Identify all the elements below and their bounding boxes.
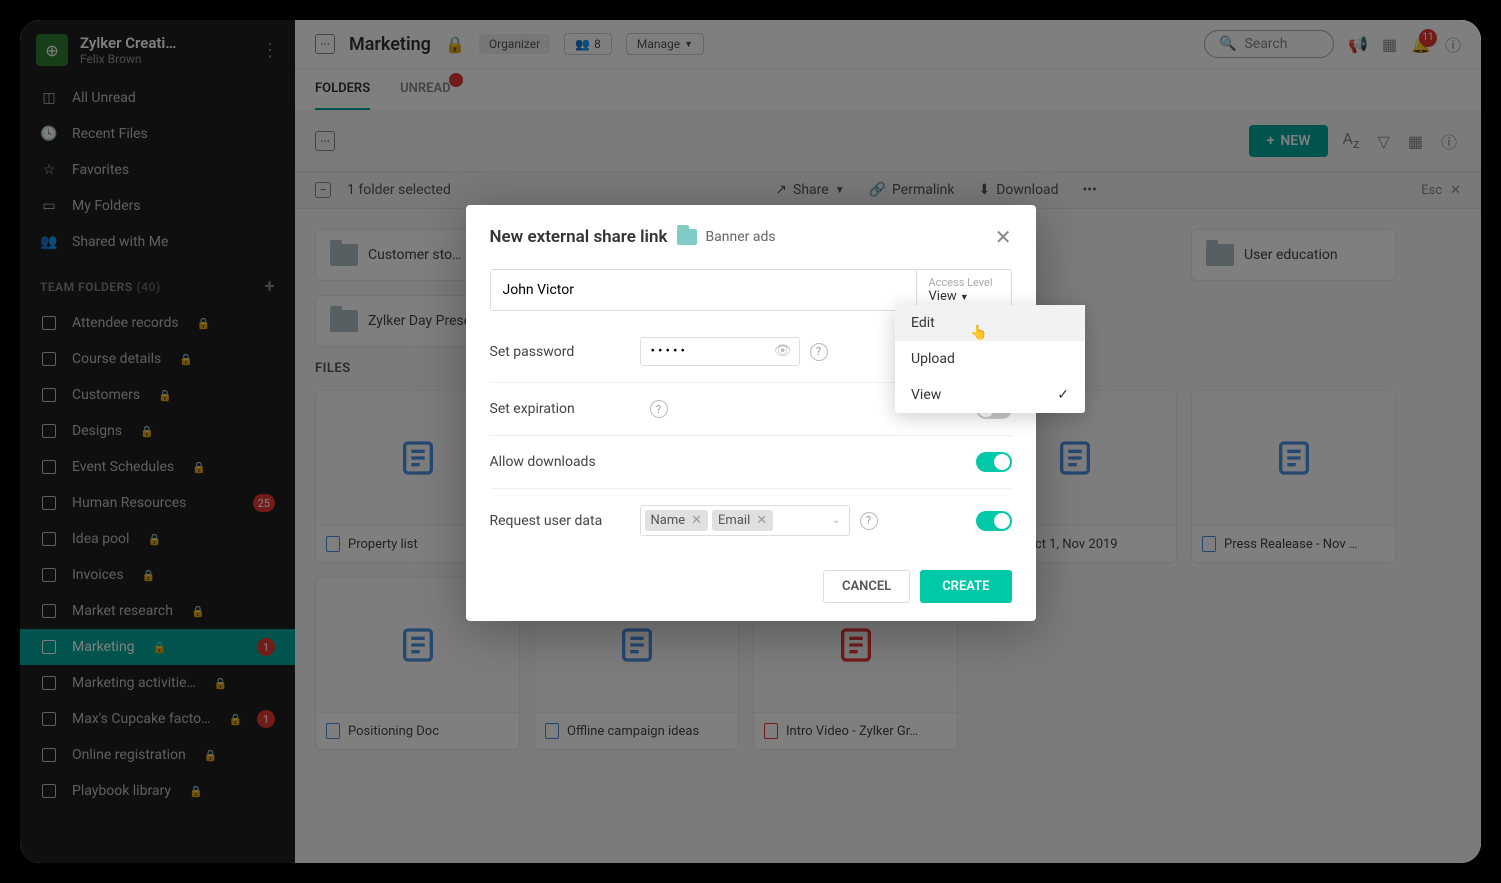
dialog-folder-name: Banner ads: [705, 229, 775, 245]
help-icon[interactable]: ?: [860, 512, 878, 530]
dropdown-option[interactable]: View✓: [895, 377, 1085, 413]
access-level-dropdown: EditUploadView✓: [895, 305, 1085, 413]
downloads-label: Allow downloads: [490, 454, 640, 470]
request-data-toggle[interactable]: [976, 511, 1012, 531]
eye-icon[interactable]: 👁: [774, 343, 792, 359]
cancel-button[interactable]: CANCEL: [823, 570, 910, 603]
remove-tag-icon[interactable]: ✕: [756, 513, 767, 528]
folder-icon: [677, 229, 697, 245]
remove-tag-icon[interactable]: ✕: [691, 513, 702, 528]
access-level-select[interactable]: Access Level View ▼: [916, 270, 1011, 310]
dropdown-option[interactable]: Edit: [895, 305, 1085, 341]
request-data-input[interactable]: Name✕Email✕⌄: [640, 505, 850, 536]
dropdown-option[interactable]: Upload: [895, 341, 1085, 377]
check-icon: ✓: [1057, 387, 1069, 403]
expiration-label: Set expiration: [490, 401, 640, 417]
share-dialog: New external share link Banner ads ✕ Acc…: [466, 205, 1036, 621]
password-label: Set password: [490, 344, 640, 360]
dialog-title: New external share link: [490, 227, 668, 247]
help-icon[interactable]: ?: [650, 400, 668, 418]
tag: Email✕: [712, 510, 773, 531]
share-name-input[interactable]: [491, 270, 916, 310]
downloads-toggle[interactable]: [976, 452, 1012, 472]
modal-overlay: New external share link Banner ads ✕ Acc…: [20, 20, 1481, 863]
help-icon[interactable]: ?: [810, 343, 828, 361]
dialog-close-button[interactable]: ✕: [995, 225, 1012, 249]
tag: Name✕: [645, 510, 709, 531]
request-data-label: Request user data: [490, 513, 640, 529]
create-button[interactable]: CREATE: [920, 570, 1011, 603]
